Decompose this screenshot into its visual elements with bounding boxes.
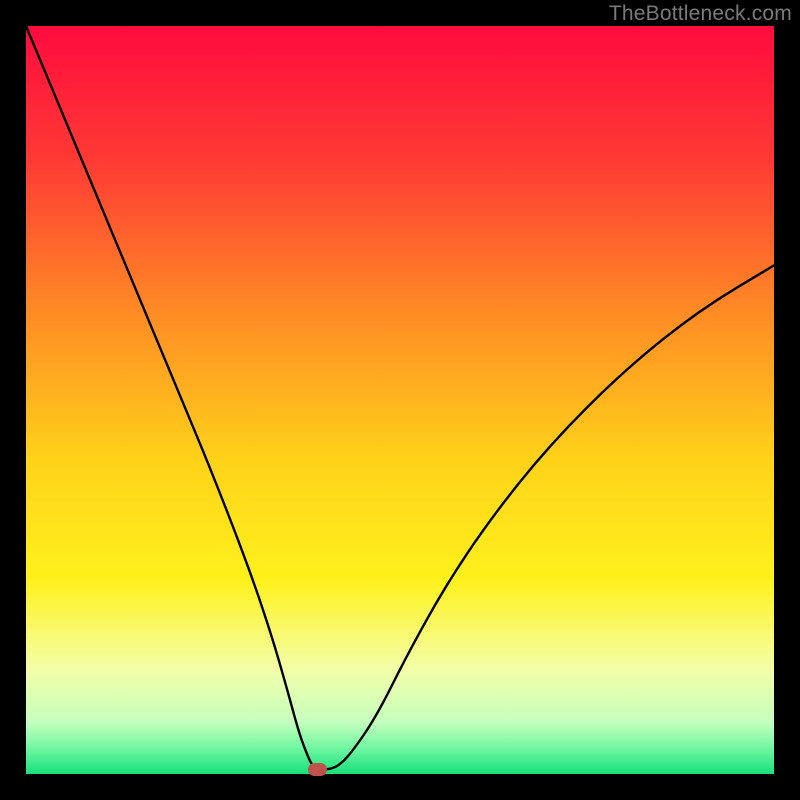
curve-path (26, 26, 774, 770)
bottleneck-curve (26, 26, 774, 774)
chart-frame (26, 26, 774, 774)
watermark-label: TheBottleneck.com (609, 2, 792, 26)
optimal-point-marker (308, 763, 327, 776)
